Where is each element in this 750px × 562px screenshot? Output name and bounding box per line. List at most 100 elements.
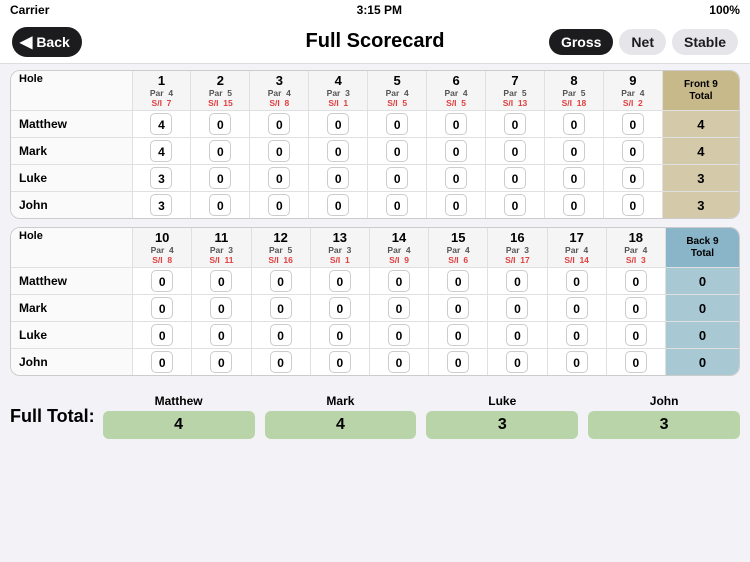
score-value[interactable]: 0: [504, 113, 526, 135]
score-cell[interactable]: 0: [368, 138, 427, 165]
score-value[interactable]: 0: [622, 167, 644, 189]
score-cell[interactable]: 0: [251, 268, 310, 295]
score-cell[interactable]: 0: [250, 138, 309, 165]
score-cell[interactable]: 0: [250, 111, 309, 138]
score-cell[interactable]: 0: [191, 138, 250, 165]
score-value[interactable]: 0: [329, 297, 351, 319]
score-cell[interactable]: 0: [488, 322, 547, 349]
score-cell[interactable]: 0: [544, 138, 603, 165]
score-cell[interactable]: 0: [309, 192, 368, 219]
score-value[interactable]: 0: [151, 351, 173, 373]
score-value[interactable]: 0: [386, 194, 408, 216]
score-cell[interactable]: 0: [368, 192, 427, 219]
score-cell[interactable]: 0: [544, 111, 603, 138]
score-cell[interactable]: 0: [250, 192, 309, 219]
score-value[interactable]: 0: [209, 194, 231, 216]
score-value[interactable]: 0: [327, 113, 349, 135]
score-value[interactable]: 4: [150, 140, 172, 162]
score-cell[interactable]: 0: [251, 322, 310, 349]
score-value[interactable]: 0: [447, 351, 469, 373]
score-cell[interactable]: 0: [369, 295, 428, 322]
score-value[interactable]: 0: [625, 270, 647, 292]
score-cell[interactable]: 0: [133, 295, 192, 322]
score-value[interactable]: 0: [566, 324, 588, 346]
score-value[interactable]: 0: [151, 324, 173, 346]
score-value[interactable]: 0: [506, 270, 528, 292]
score-value[interactable]: 0: [504, 140, 526, 162]
score-value[interactable]: 0: [329, 324, 351, 346]
score-cell[interactable]: 0: [547, 322, 606, 349]
score-value[interactable]: 0: [268, 167, 290, 189]
score-cell[interactable]: 0: [606, 322, 665, 349]
score-cell[interactable]: 0: [606, 268, 665, 295]
score-cell[interactable]: 0: [427, 165, 486, 192]
score-value[interactable]: 0: [625, 351, 647, 373]
score-cell[interactable]: 0: [427, 111, 486, 138]
score-cell[interactable]: 0: [544, 192, 603, 219]
score-cell[interactable]: 3: [132, 165, 191, 192]
score-cell[interactable]: 0: [547, 295, 606, 322]
score-value[interactable]: 0: [445, 167, 467, 189]
score-value[interactable]: 0: [151, 297, 173, 319]
score-cell[interactable]: 0: [427, 192, 486, 219]
score-cell[interactable]: 0: [488, 268, 547, 295]
score-cell[interactable]: 0: [429, 295, 488, 322]
score-value[interactable]: 0: [506, 351, 528, 373]
score-cell[interactable]: 0: [251, 349, 310, 376]
score-value[interactable]: 0: [447, 297, 469, 319]
score-cell[interactable]: 0: [310, 295, 369, 322]
stable-button[interactable]: Stable: [672, 29, 738, 55]
score-cell[interactable]: 0: [250, 165, 309, 192]
score-value[interactable]: 0: [504, 167, 526, 189]
score-value[interactable]: 0: [386, 167, 408, 189]
score-cell[interactable]: 0: [486, 165, 545, 192]
score-cell[interactable]: 0: [486, 111, 545, 138]
score-cell[interactable]: 0: [368, 165, 427, 192]
score-value[interactable]: 0: [625, 324, 647, 346]
score-cell[interactable]: 0: [488, 295, 547, 322]
score-cell[interactable]: 4: [132, 138, 191, 165]
score-value[interactable]: 0: [209, 140, 231, 162]
score-cell[interactable]: 3: [132, 192, 191, 219]
score-value[interactable]: 0: [327, 140, 349, 162]
score-cell[interactable]: 0: [429, 349, 488, 376]
score-value[interactable]: 0: [622, 113, 644, 135]
score-value[interactable]: 0: [563, 140, 585, 162]
score-cell[interactable]: 0: [547, 349, 606, 376]
score-value[interactable]: 0: [445, 194, 467, 216]
score-cell[interactable]: 0: [191, 165, 250, 192]
score-value[interactable]: 0: [563, 167, 585, 189]
score-value[interactable]: 0: [210, 270, 232, 292]
score-value[interactable]: 4: [150, 113, 172, 135]
score-cell[interactable]: 0: [427, 138, 486, 165]
score-cell[interactable]: 0: [309, 165, 368, 192]
score-value[interactable]: 0: [386, 113, 408, 135]
score-value[interactable]: 0: [388, 270, 410, 292]
score-cell[interactable]: 0: [488, 349, 547, 376]
score-value[interactable]: 0: [506, 324, 528, 346]
score-cell[interactable]: 0: [192, 268, 251, 295]
score-value[interactable]: 0: [386, 140, 408, 162]
score-cell[interactable]: 0: [369, 349, 428, 376]
score-cell[interactable]: 0: [310, 322, 369, 349]
score-value[interactable]: 0: [270, 351, 292, 373]
score-cell[interactable]: 0: [606, 349, 665, 376]
score-cell[interactable]: 0: [603, 138, 662, 165]
score-cell[interactable]: 0: [368, 111, 427, 138]
back-button[interactable]: ◀ Back: [12, 27, 82, 57]
score-value[interactable]: 0: [506, 297, 528, 319]
score-cell[interactable]: 0: [544, 165, 603, 192]
score-cell[interactable]: 0: [191, 192, 250, 219]
score-cell[interactable]: 0: [310, 349, 369, 376]
score-cell[interactable]: 0: [192, 349, 251, 376]
score-value[interactable]: 0: [270, 297, 292, 319]
score-value[interactable]: 0: [327, 194, 349, 216]
score-value[interactable]: 0: [566, 270, 588, 292]
score-value[interactable]: 0: [270, 324, 292, 346]
score-value[interactable]: 0: [268, 140, 290, 162]
score-value[interactable]: 0: [329, 270, 351, 292]
score-value[interactable]: 0: [447, 270, 469, 292]
score-cell[interactable]: 0: [603, 192, 662, 219]
score-cell[interactable]: 0: [603, 165, 662, 192]
score-cell[interactable]: 0: [133, 268, 192, 295]
